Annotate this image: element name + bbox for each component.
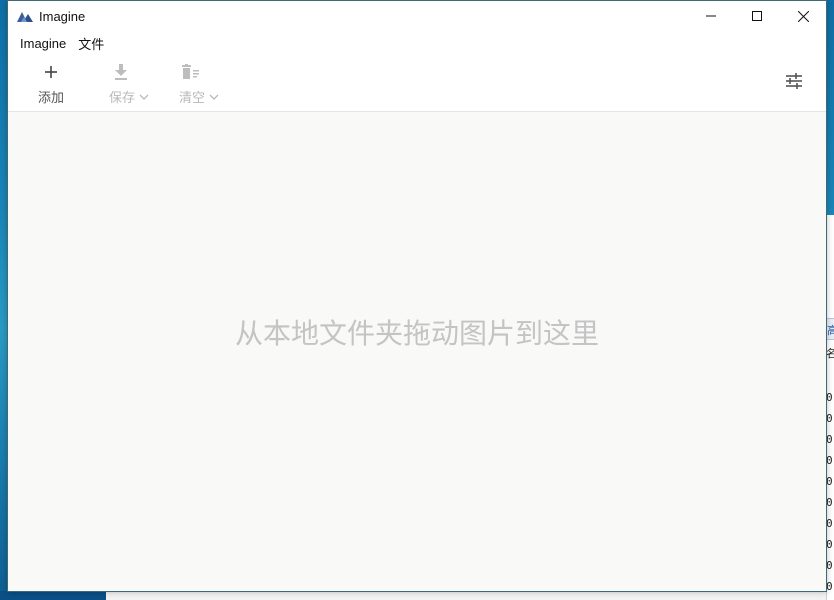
clear-button-label: 清空 — [179, 91, 206, 106]
toolbar: 添加 保存 清空 — [8, 55, 826, 112]
chevron-down-icon — [139, 94, 149, 100]
minimize-button[interactable] — [688, 1, 734, 31]
background-header: 名 — [826, 348, 834, 360]
add-button[interactable]: 添加 — [38, 61, 64, 106]
background-row: 0: — [826, 392, 834, 404]
clear-button[interactable]: 清空 — [179, 61, 219, 106]
menu-bar: Imagine 文件 — [8, 31, 826, 55]
background-window-strip — [106, 591, 826, 600]
taskbar-fragment — [0, 591, 106, 600]
menu-item-imagine[interactable]: Imagine — [14, 36, 72, 51]
background-row: 0: — [826, 497, 834, 509]
window-controls — [688, 1, 826, 31]
title-bar[interactable]: Imagine — [8, 1, 826, 31]
background-row: 0: — [826, 560, 834, 572]
trash-icon — [181, 64, 199, 79]
maximize-icon — [752, 11, 762, 21]
window-title: Imagine — [39, 8, 86, 24]
save-button-label: 保存 — [109, 91, 136, 106]
sliders-icon — [786, 73, 802, 89]
app-window: Imagine Imagine 文件 添加 保存 清空 从本地文件夹拖动图片到这… — [7, 0, 827, 592]
add-button-label: 添加 — [38, 91, 65, 106]
drop-zone[interactable]: 从本地文件夹拖动图片到这里 — [8, 112, 826, 591]
background-row: 0: — [826, 539, 834, 551]
minimize-icon — [706, 15, 716, 17]
chevron-down-icon — [209, 94, 219, 100]
background-tab: 高 — [826, 318, 834, 340]
background-row: 0: — [826, 518, 834, 530]
save-button[interactable]: 保存 — [109, 61, 149, 106]
menu-item-file[interactable]: 文件 — [72, 34, 110, 53]
background-tab-label: 高 — [827, 324, 834, 337]
settings-button[interactable] — [784, 71, 804, 91]
background-row: 0: — [826, 413, 834, 425]
drop-zone-message: 从本地文件夹拖动图片到这里 — [234, 316, 599, 350]
close-icon — [797, 10, 809, 22]
plus-icon — [45, 66, 57, 78]
app-logo-icon — [17, 12, 33, 22]
background-row: 0: — [826, 476, 834, 488]
maximize-button[interactable] — [734, 1, 780, 31]
background-row: 0: — [826, 434, 834, 446]
background-row: 0: — [826, 581, 834, 593]
download-icon — [114, 64, 127, 80]
background-row: 0: — [826, 455, 834, 467]
close-button[interactable] — [780, 1, 826, 31]
